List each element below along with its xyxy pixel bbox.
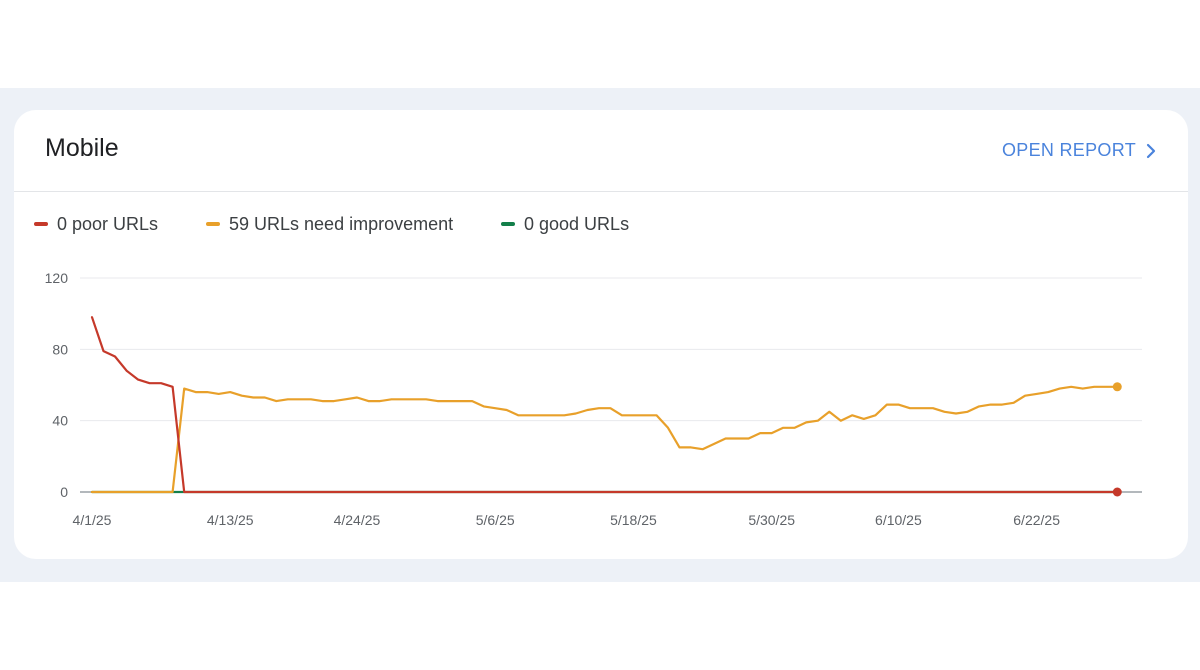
x-axis-ticks: 4/1/25 4/13/25 4/24/25 5/6/25 5/18/25 5/30/25…: [73, 512, 1061, 528]
series-line-0: [90, 316, 1119, 494]
y-axis-ticks: 0 40 80 120: [45, 270, 69, 500]
y-tick-label-40: 40: [52, 413, 68, 429]
x-tick-label: 5/6/25: [476, 512, 515, 528]
y-tick-label-0: 0: [60, 484, 68, 500]
x-tick-label: 4/24/25: [334, 512, 381, 528]
chart-series: [90, 316, 1122, 497]
x-tick-label: 5/30/25: [748, 512, 795, 528]
x-tick-label: 4/13/25: [207, 512, 254, 528]
x-tick-label: 6/10/25: [875, 512, 922, 528]
y-tick-label-80: 80: [52, 341, 68, 357]
x-tick-label: 4/1/25: [73, 512, 112, 528]
x-tick-label: 5/18/25: [610, 512, 657, 528]
y-tick-label-120: 120: [45, 270, 69, 286]
series-endpoint-1: [1112, 382, 1122, 392]
line-chart: 0 40 80 120 4/1/25 4/13/25 4/24/25 5/6/25 5/18/…: [45, 270, 1142, 528]
x-tick-label: 6/22/25: [1013, 512, 1060, 528]
chart-gridlines: [80, 277, 1142, 493]
series-endpoint-0: [1112, 487, 1122, 497]
series-line-1: [90, 385, 1119, 494]
